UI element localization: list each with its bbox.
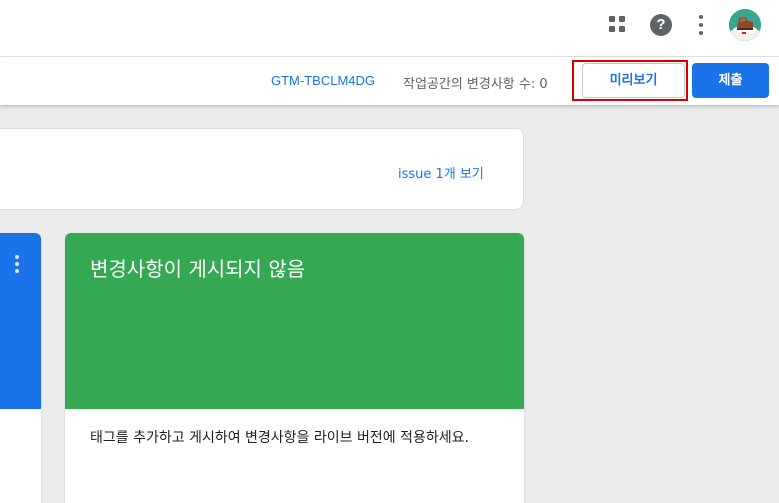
preview-button[interactable]: 미리보기 <box>582 63 685 98</box>
help-circle-icon[interactable]: ? <box>650 14 672 36</box>
workspace-toolbar: GTM-TBCLM4DG 작업공간의 변경사항 수: 0 미리보기 제출 <box>0 57 779 105</box>
gtm-workspace-page: ? GTM-TBCLM4DG 작업공간의 변경사항 수: 0 미리보기 제출 i… <box>0 0 779 503</box>
issue-card: issue 1개 보기 <box>0 128 524 210</box>
blue-card-header <box>0 233 41 409</box>
top-app-bar: ? <box>0 0 779 57</box>
card-menu-icon[interactable] <box>14 255 20 273</box>
apps-grid-icon[interactable] <box>609 16 627 34</box>
workspace-changes-count: 작업공간의 변경사항 수: 0 <box>403 77 548 92</box>
status-card-title: 변경사항이 게시되지 않음 <box>90 257 306 281</box>
more-vertical-icon[interactable] <box>697 15 705 35</box>
status-card-header: 변경사항이 게시되지 않음 <box>65 233 524 409</box>
publish-status-card: 변경사항이 게시되지 않음 태그를 추가하고 게시하여 변경사항을 라이브 버전… <box>65 233 524 503</box>
view-issues-link[interactable]: issue 1개 보기 <box>398 163 484 182</box>
submit-button[interactable]: 제출 <box>692 63 769 98</box>
status-card-description: 태그를 추가하고 게시하여 변경사항을 라이브 버전에 적용하세요. <box>90 430 469 446</box>
avatar[interactable] <box>729 9 761 41</box>
avatar-image <box>729 9 761 41</box>
workspace-card-blue <box>0 233 41 503</box>
container-id-link[interactable]: GTM-TBCLM4DG <box>271 73 375 88</box>
